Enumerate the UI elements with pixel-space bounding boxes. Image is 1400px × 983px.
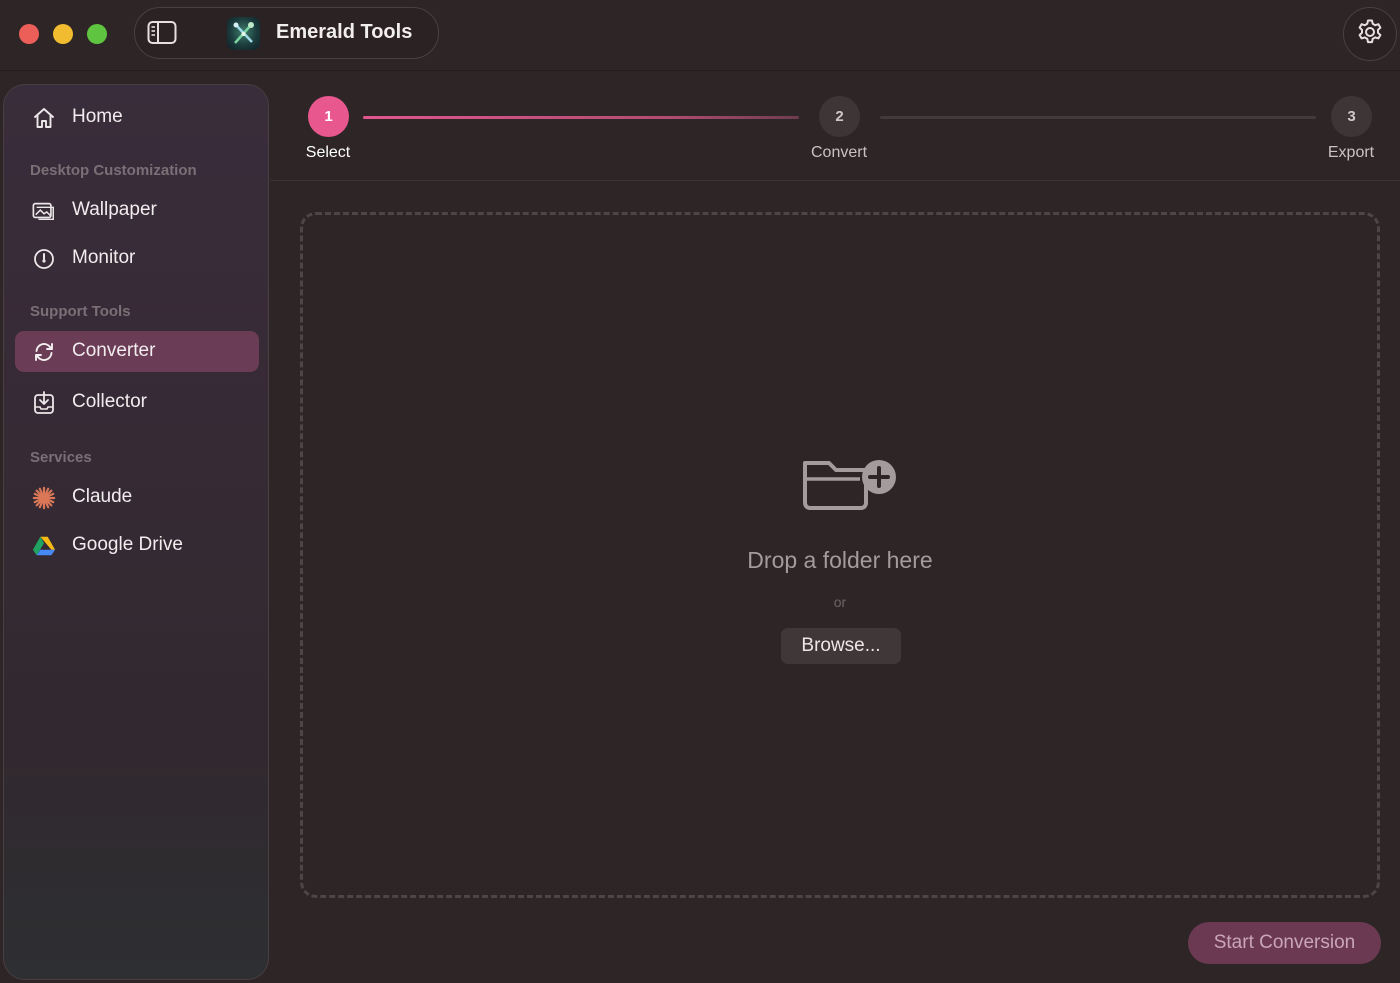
title-bar: Emerald Tools — [0, 0, 1400, 71]
step-3-indicator: 3 — [1331, 96, 1372, 137]
browse-button[interactable]: Browse... — [781, 628, 901, 664]
sidebar-item-label: Collector — [72, 391, 147, 412]
sidebar-item-collector[interactable]: Collector — [15, 382, 259, 423]
drop-zone-or: or — [833, 594, 847, 610]
sidebar-item-label: Wallpaper — [72, 199, 157, 220]
sidebar-item-google-drive[interactable]: Google Drive — [15, 525, 259, 566]
claude-spark-icon — [32, 486, 56, 510]
sidebar-item-monitor[interactable]: Monitor — [15, 238, 259, 279]
step-progress: 1 Select 2 Convert 3 Export — [270, 70, 1400, 181]
section-title-services: Services — [30, 449, 92, 466]
app-title: Emerald Tools — [276, 21, 413, 43]
google-drive-icon — [32, 534, 56, 558]
step-1-label: Select — [305, 144, 351, 161]
sidebar-item-home[interactable]: Home — [15, 97, 259, 138]
download-tray-icon — [32, 391, 56, 415]
sidebar-toggle-icon[interactable] — [147, 20, 177, 46]
step-3-label: Export — [1327, 144, 1375, 161]
window-maximize-button[interactable] — [87, 24, 107, 44]
home-icon — [32, 106, 56, 130]
folder-plus-icon — [800, 455, 900, 532]
sidebar-item-label: Home — [72, 106, 123, 127]
gauge-icon — [32, 247, 56, 271]
section-title-support-tools: Support Tools — [30, 303, 131, 320]
step-connector-1 — [363, 116, 799, 119]
window-minimize-button[interactable] — [53, 24, 73, 44]
step-connector-2 — [880, 116, 1316, 119]
app-title-pill: Emerald Tools — [134, 7, 439, 59]
photo-icon — [32, 199, 56, 223]
sidebar-item-label: Claude — [72, 486, 133, 507]
sidebar-item-label: Monitor — [72, 247, 136, 268]
sidebar-item-wallpaper[interactable]: Wallpaper — [15, 190, 259, 231]
drop-zone-title: Drop a folder here — [747, 547, 933, 573]
folder-drop-zone[interactable]: Drop a folder here or Browse... — [300, 212, 1380, 898]
start-conversion-button[interactable]: Start Conversion — [1188, 922, 1381, 964]
app-logo — [227, 17, 260, 50]
sidebar: Home Desktop Customization Wallpaper Mon… — [3, 84, 269, 980]
window-close-button[interactable] — [19, 24, 39, 44]
section-title-desktop-customization: Desktop Customization — [30, 162, 197, 179]
step-1-indicator: 1 — [308, 96, 349, 137]
sidebar-item-label: Google Drive — [72, 534, 183, 555]
sidebar-item-converter[interactable]: Converter — [15, 331, 259, 372]
step-2-indicator: 2 — [819, 96, 860, 137]
refresh-icon — [32, 340, 56, 364]
sidebar-item-claude[interactable]: Claude — [15, 477, 259, 518]
step-2-label: Convert — [810, 144, 868, 161]
settings-button[interactable] — [1343, 7, 1397, 61]
gear-icon — [1356, 18, 1384, 51]
sidebar-item-label: Converter — [72, 340, 156, 361]
